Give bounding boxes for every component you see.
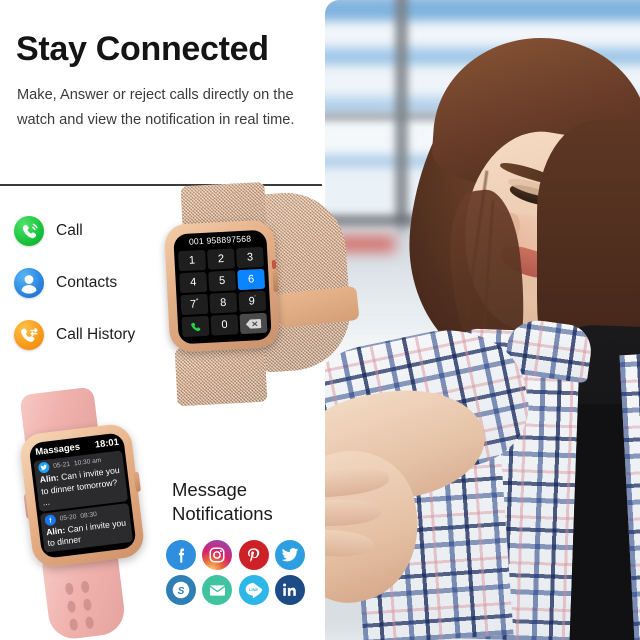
gold-smartwatch-dialer: 001 958897568 1 2 3 4 5 6 7 * 8 9 ' 0 — [160, 181, 360, 407]
lifestyle-photo — [325, 0, 640, 640]
supported-apps-grid: S LINE — [166, 540, 306, 605]
status-time: 18:01 — [94, 435, 120, 450]
band-hole — [69, 618, 79, 632]
band-hole — [84, 616, 95, 630]
key-3[interactable]: 3 — [235, 246, 264, 269]
feature-item-call[interactable]: Call — [14, 216, 135, 246]
svg-text:S: S — [178, 586, 185, 597]
band-hole — [66, 600, 77, 614]
band-hole — [64, 582, 75, 596]
dialed-number: 001 958897568 — [188, 233, 252, 247]
message-item[interactable]: 05-21 10:30 am Alin: Can i invite you to… — [33, 450, 129, 512]
product-feature-banner: Stay Connected Make, Answer or reject ca… — [0, 0, 640, 640]
key-9[interactable]: 9 ' — [238, 290, 267, 313]
window-mullion — [395, 0, 408, 250]
messages-title: Massages — [34, 440, 81, 457]
key-7[interactable]: 7 * — [180, 293, 209, 316]
watch-crown[interactable] — [133, 471, 142, 493]
twitter-icon — [37, 461, 51, 474]
message-item[interactable]: 05-20 08:30 Alin: Can i invite you to di… — [39, 502, 134, 553]
feature-item-contacts[interactable]: Contacts — [14, 268, 135, 298]
key-label: 5 — [218, 274, 226, 288]
key-label: 0 — [221, 318, 228, 332]
contacts-person-icon — [14, 268, 44, 298]
key-label: 6 — [247, 273, 255, 286]
notifications-title-line1: Message — [172, 479, 248, 500]
twitter-icon[interactable] — [274, 540, 305, 570]
phone-call-icon — [14, 216, 44, 246]
key-label: 1 — [188, 254, 196, 267]
key-label: 2 — [217, 252, 225, 266]
feature-item-call-history[interactable]: Call History — [14, 320, 135, 350]
email-icon[interactable] — [202, 575, 233, 605]
key-4[interactable]: 4 — [179, 271, 208, 294]
key-6-selected[interactable]: 6 — [237, 268, 266, 291]
dialer-keypad: 1 2 3 4 5 6 7 * 8 9 ' 0 — [178, 246, 268, 338]
backspace-icon — [245, 318, 262, 329]
call-icon — [191, 322, 201, 331]
facebook-icon — [44, 513, 57, 527]
watch-crown[interactable] — [272, 269, 279, 293]
message-sender: Alin: — [45, 524, 66, 537]
feature-label: Call History — [56, 326, 136, 343]
backspace-button[interactable] — [239, 312, 268, 335]
key-label: 3 — [246, 251, 254, 264]
line-icon[interactable]: LINE — [238, 575, 269, 605]
band-hole — [80, 580, 90, 594]
key-label: 8 — [219, 296, 227, 310]
linkedin-icon[interactable] — [274, 575, 305, 605]
skype-icon[interactable]: S — [166, 575, 196, 605]
page-title: Stay Connected — [16, 30, 269, 68]
building-band — [325, 26, 640, 48]
message-date: 05-20 — [59, 513, 77, 523]
key-2[interactable]: 2 — [207, 248, 236, 270]
watch-side-button[interactable] — [271, 259, 277, 270]
svg-text:LINE: LINE — [249, 587, 258, 592]
key-8[interactable]: 8 — [209, 292, 238, 314]
key-1[interactable]: 1 — [178, 249, 207, 272]
facebook-icon[interactable] — [166, 540, 196, 570]
key-superscript: * — [195, 298, 199, 305]
key-0[interactable]: 0 — [210, 314, 239, 336]
feature-list: Call Contacts Call History — [14, 216, 135, 372]
message-date: 05-21 — [52, 460, 71, 470]
call-history-icon — [14, 320, 44, 350]
band-hole — [82, 598, 93, 612]
instagram-icon[interactable] — [202, 540, 233, 570]
building-band — [325, 0, 640, 22]
key-superscript: ' — [254, 295, 256, 302]
key-5[interactable]: 5 — [208, 270, 237, 292]
key-label: 4 — [189, 276, 197, 289]
dial-call-button[interactable] — [181, 315, 210, 338]
notifications-title: Message Notifications — [172, 478, 273, 526]
dialer-screen: 001 958897568 1 2 3 4 5 6 7 * 8 9 ' 0 — [173, 229, 272, 345]
page-subtitle: Make, Answer or reject calls directly on… — [17, 87, 295, 128]
feature-label: Contacts — [56, 274, 118, 291]
message-hour: 10:30 am — [73, 457, 102, 468]
message-hour: 08:30 — [80, 510, 98, 520]
notifications-title-line2: Notifications — [172, 503, 273, 524]
feature-label: Call — [56, 222, 83, 239]
messages-screen: Massages 18:01 05-21 10:30 am Alin: Can … — [28, 432, 137, 559]
mesh-band — [174, 343, 268, 407]
message-sender: Alin: — [39, 472, 60, 485]
pinterest-icon[interactable] — [238, 540, 269, 570]
pink-smartwatch-messages: Massages 18:01 05-21 10:30 am Alin: Can … — [0, 383, 182, 640]
